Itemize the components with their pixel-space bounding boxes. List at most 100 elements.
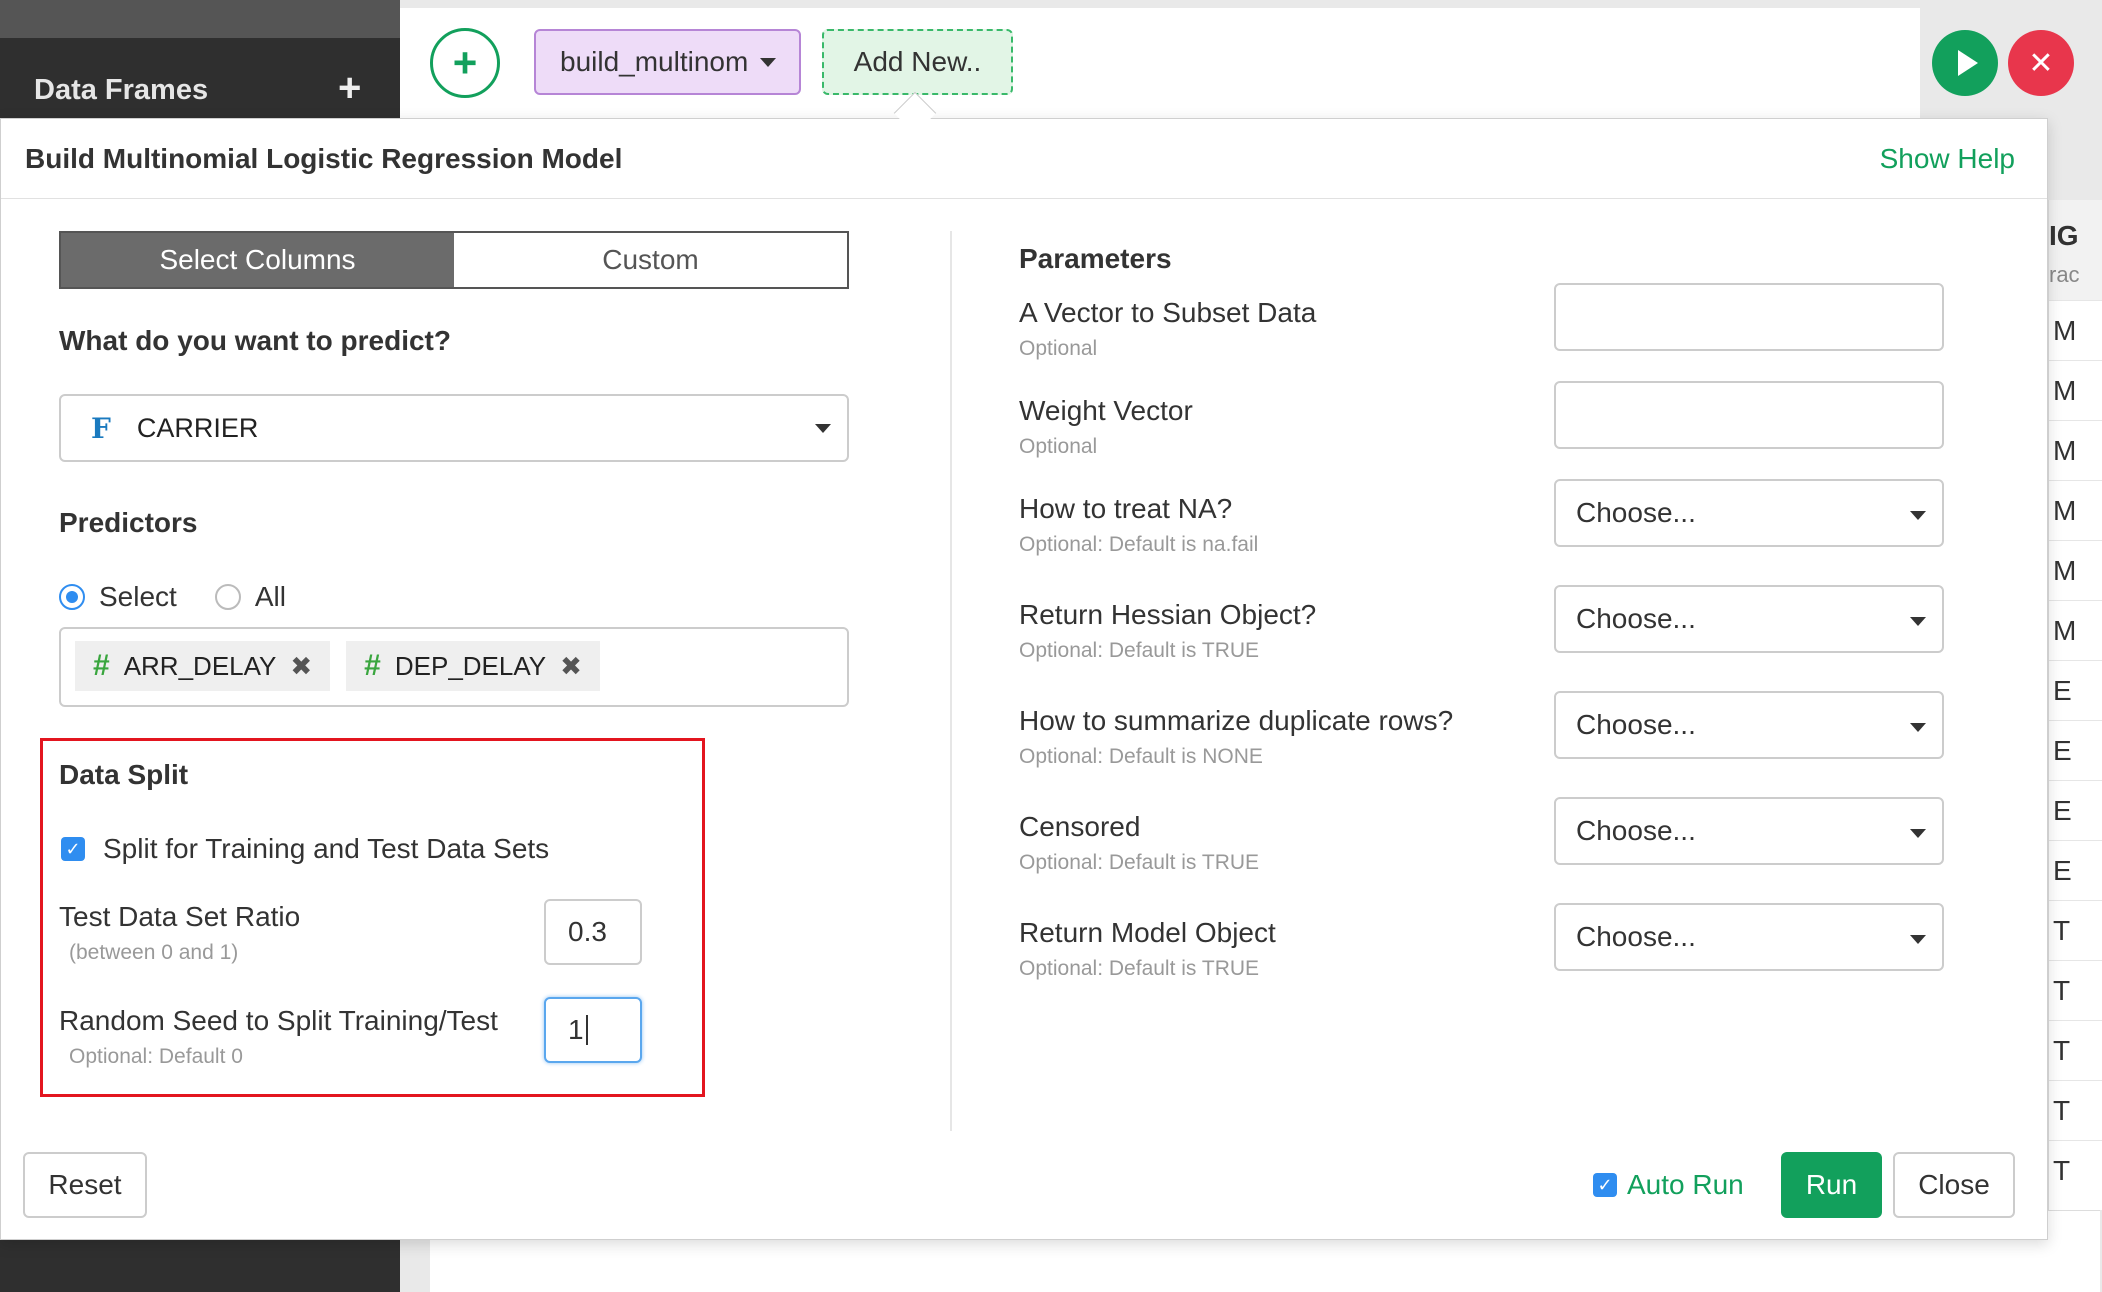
auto-run-label: Auto Run xyxy=(1627,1169,1744,1200)
parameter-label: Censored xyxy=(1019,811,1141,842)
show-help-link[interactable]: Show Help xyxy=(1880,143,2015,175)
test-ratio-label: Test Data Set Ratio xyxy=(59,901,301,932)
add-step-button[interactable]: + xyxy=(430,28,500,98)
chevron-down-icon xyxy=(1910,829,1926,838)
predictors-label: Predictors xyxy=(59,507,198,538)
tab-select-columns[interactable]: Select Columns xyxy=(61,233,454,287)
predictor-tag: # DEP_DELAY ✖ xyxy=(346,641,600,691)
reset-label: Reset xyxy=(48,1169,122,1200)
background-table-cell: T xyxy=(2049,1020,2102,1080)
parameter-select[interactable]: Choose... xyxy=(1554,691,1944,759)
numeric-type-icon: # xyxy=(93,649,110,682)
tab-custom[interactable]: Custom xyxy=(454,233,847,287)
parameter-hint: Optional: Default is TRUE xyxy=(1019,639,1260,662)
add-data-frame-icon[interactable]: + xyxy=(338,68,361,108)
parameter-select[interactable]: Choose... xyxy=(1554,585,1944,653)
radio-select[interactable] xyxy=(59,584,85,610)
background-table-cell: T xyxy=(2049,1140,2102,1200)
parameter-label: A Vector to Subset Data xyxy=(1019,297,1317,328)
parameter-input[interactable] xyxy=(1554,381,1944,449)
close-button[interactable]: Close xyxy=(1893,1152,2015,1218)
parameter-select[interactable]: Choose... xyxy=(1554,903,1944,971)
target-column-select[interactable]: F CARRIER xyxy=(59,394,849,462)
close-icon: ✕ xyxy=(2028,46,2054,80)
parameter-hint: Optional: Default is TRUE xyxy=(1019,957,1260,980)
chevron-down-icon xyxy=(1910,723,1926,732)
parameter-hint: Optional: Default is TRUE xyxy=(1019,851,1260,874)
parameter-label: How to summarize duplicate rows? xyxy=(1019,705,1454,736)
step-dropdown[interactable]: build_multinom xyxy=(534,29,801,95)
close-label: Close xyxy=(1918,1169,1990,1200)
parameter-input[interactable] xyxy=(1554,283,1944,351)
column-header-label: IG xyxy=(2049,220,2079,251)
reset-button[interactable]: Reset xyxy=(23,1152,147,1218)
predictors-multiselect[interactable]: # ARR_DELAY ✖ # DEP_DELAY ✖ xyxy=(59,627,849,707)
plus-icon: + xyxy=(452,39,478,86)
data-split-title: Data Split xyxy=(59,759,189,790)
predictor-tag-label: DEP_DELAY xyxy=(394,650,547,681)
chevron-down-icon xyxy=(760,57,777,67)
parameter-select[interactable]: Choose... xyxy=(1554,479,1944,547)
parameter-select-value: Choose... xyxy=(1576,709,1696,740)
background-table-cell: T xyxy=(2049,1080,2102,1140)
run-button[interactable]: Run xyxy=(1781,1152,1882,1218)
factor-type-icon: F xyxy=(91,411,111,445)
play-icon xyxy=(1958,50,1978,76)
sidebar-title: Data Frames xyxy=(34,74,209,106)
cancel-step-button[interactable]: ✕ xyxy=(2008,30,2074,96)
column-header: IG rac xyxy=(2049,200,2102,300)
target-column-value: CARRIER xyxy=(136,412,259,443)
background-table-cell: E xyxy=(2049,660,2102,720)
column-divider xyxy=(950,231,952,1131)
random-seed-input[interactable]: 1 xyxy=(544,997,642,1063)
remove-tag-icon[interactable]: ✖ xyxy=(290,651,312,682)
run-step-button[interactable] xyxy=(1932,30,1998,96)
test-ratio-input[interactable]: 0.3 xyxy=(544,899,642,965)
random-seed-hint: Optional: Default 0 xyxy=(69,1045,243,1068)
dialog-header: Build Multinomial Logistic Regression Mo… xyxy=(1,119,2047,199)
parameter-label: Return Model Object xyxy=(1019,917,1276,948)
background-table-cell: T xyxy=(2049,900,2102,960)
run-label: Run xyxy=(1805,1169,1858,1200)
sidebar-top-strip xyxy=(0,0,400,38)
background-table-cell: M xyxy=(2049,480,2102,540)
auto-run-checkbox[interactable]: ✓ xyxy=(1593,1173,1617,1197)
background-table-column: IG rac MMMMMMEEEETTTTT xyxy=(2048,200,2102,1210)
parameter-select-value: Choose... xyxy=(1576,603,1696,634)
predictor-tag: # ARR_DELAY ✖ xyxy=(75,641,331,691)
parameter-hint: Optional xyxy=(1019,435,1098,458)
background-table-cell: E xyxy=(2049,840,2102,900)
model-builder-dialog: Build Multinomial Logistic Regression Mo… xyxy=(0,118,2048,1240)
predictor-tag-label: ARR_DELAY xyxy=(123,650,277,681)
parameter-select[interactable]: Choose... xyxy=(1554,797,1944,865)
random-seed-label: Random Seed to Split Training/Test xyxy=(59,1005,498,1036)
add-new-label: Add New.. xyxy=(853,46,982,77)
split-checkbox[interactable]: ✓ xyxy=(61,837,85,861)
chevron-down-icon xyxy=(1910,511,1926,520)
auto-run-toggle[interactable]: ✓ Auto Run xyxy=(1593,1169,1744,1201)
test-ratio-hint: (between 0 and 1) xyxy=(69,941,239,964)
split-checkbox-row: ✓ Split for Training and Test Data Sets xyxy=(61,833,549,865)
parameter-select-value: Choose... xyxy=(1576,815,1696,846)
predict-question-label: What do you want to predict? xyxy=(59,325,451,356)
parameter-select-value: Choose... xyxy=(1576,921,1696,952)
remove-tag-icon[interactable]: ✖ xyxy=(560,651,582,682)
step-name: build_multinom xyxy=(560,46,749,77)
split-checkbox-label: Split for Training and Test Data Sets xyxy=(103,833,550,864)
parameter-hint: Optional: Default is na.fail xyxy=(1019,533,1259,556)
predictor-mode-radios: Select All xyxy=(59,581,286,613)
column-header-type: rac xyxy=(2049,262,2080,287)
parameter-hint: Optional: Default is NONE xyxy=(1019,745,1263,768)
background-table-cell: M xyxy=(2049,600,2102,660)
add-new-step-button[interactable]: Add New.. xyxy=(822,29,1013,95)
radio-all-label: All xyxy=(254,581,286,612)
test-ratio-value: 0.3 xyxy=(568,916,607,947)
parameter-label: Weight Vector xyxy=(1019,395,1193,426)
radio-all[interactable] xyxy=(214,584,241,610)
background-table-cell: M xyxy=(2049,420,2102,480)
background-table-cell: M xyxy=(2049,360,2102,420)
parameter-hint: Optional xyxy=(1019,337,1098,360)
radio-select-label: Select xyxy=(99,581,177,612)
parameters-title: Parameters xyxy=(1019,243,1172,274)
numeric-type-icon: # xyxy=(364,649,381,682)
